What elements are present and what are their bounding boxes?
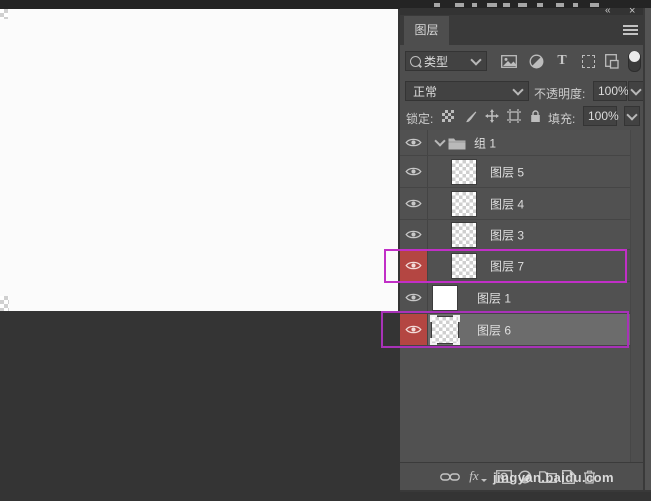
filter-pixel-layers-icon[interactable]	[500, 53, 518, 69]
opacity-label: 不透明度:	[534, 85, 585, 102]
layer-style-fx-icon[interactable]: fx	[468, 468, 488, 484]
folder-icon	[448, 136, 466, 150]
cropped-icon	[455, 3, 464, 7]
layer-thumbnail[interactable]	[451, 191, 477, 217]
visibility-eye-icon-highlighted[interactable]	[400, 314, 428, 345]
opacity-value: 100%	[598, 84, 629, 98]
fill-dropdown-button[interactable]	[624, 106, 640, 126]
filter-kind-dropdown[interactable]: 类型	[405, 51, 487, 71]
panel-right-strip	[645, 8, 651, 492]
layer-name: 图层 6	[477, 321, 511, 338]
visibility-eye-icon-highlighted[interactable]	[400, 250, 428, 281]
canvas-edge-transparency	[0, 9, 8, 19]
fill-label: 填充:	[548, 110, 575, 127]
layer-name: 组 1	[474, 134, 496, 151]
opacity-dropdown-button[interactable]	[628, 81, 644, 101]
lock-pixels-brush-icon[interactable]	[462, 108, 478, 124]
layer-thumbnail[interactable]	[451, 253, 477, 279]
chevron-down-icon	[630, 84, 641, 95]
photoshop-workspace: « × 图层 类型 T	[0, 0, 651, 501]
lock-all-icon[interactable]	[527, 108, 543, 124]
visibility-eye-icon[interactable]	[400, 282, 428, 313]
visibility-eye-icon[interactable]	[400, 188, 428, 219]
blend-mode-value: 正常	[413, 83, 437, 100]
blend-mode-dropdown[interactable]: 正常	[405, 81, 529, 101]
layer-name: 图层 7	[490, 257, 524, 274]
search-icon	[410, 56, 421, 67]
fx-label: fx	[469, 468, 478, 484]
layer-thumbnail[interactable]	[432, 285, 458, 311]
panel-title-strip: « ×	[400, 8, 651, 15]
layer-row-layer-7[interactable]: 图层 7	[400, 250, 630, 282]
filtering-toggle[interactable]	[628, 51, 641, 72]
layer-thumbnail[interactable]	[451, 159, 477, 185]
filter-kind-value: 类型	[424, 53, 448, 70]
layers-list: 组 1 图层 5 图层 4	[400, 130, 630, 462]
cropped-icon	[434, 3, 440, 7]
layer-row-layer-3[interactable]: 图层 3	[400, 220, 630, 250]
layer-thumbnail[interactable]	[451, 222, 477, 248]
cropped-icon	[590, 3, 599, 7]
layer-row-layer-6[interactable]: 图层 6	[400, 314, 630, 346]
visibility-eye-icon[interactable]	[400, 220, 428, 249]
chevron-down-icon	[626, 109, 637, 120]
panel-bottom-edge	[400, 490, 651, 492]
cropped-icon	[487, 3, 497, 7]
fill-value: 100%	[588, 109, 619, 123]
layer-row-layer-4[interactable]: 图层 4	[400, 188, 630, 220]
tab-layers[interactable]: 图层	[404, 16, 449, 45]
panel-menu-icon[interactable]	[623, 25, 638, 37]
chevron-down-icon	[512, 84, 523, 95]
active-layer-thumbnail[interactable]	[431, 316, 459, 344]
cropped-icon	[573, 3, 578, 7]
lock-artboard-icon[interactable]	[506, 108, 522, 124]
layers-bottom-toolbar: fx jingyan.baidu.com	[400, 462, 643, 491]
filter-shape-layers-icon[interactable]	[579, 53, 597, 69]
layer-name: 图层 1	[477, 289, 511, 306]
lock-transparency-icon[interactable]	[440, 108, 456, 124]
visibility-eye-icon[interactable]	[400, 130, 428, 155]
layer-row-layer-1[interactable]: 图层 1	[400, 282, 630, 314]
layers-scroll-gutter[interactable]	[630, 130, 644, 462]
filter-adjustment-layers-icon[interactable]	[527, 53, 545, 69]
fill-value-field[interactable]: 100%	[583, 106, 617, 126]
layer-row-layer-5[interactable]: 图层 5	[400, 156, 630, 188]
cropped-icon	[556, 3, 564, 7]
watermark-text: jingyan.baidu.com	[493, 470, 614, 485]
layer-name: 图层 4	[490, 195, 524, 212]
canvas-edge-transparency	[0, 296, 9, 311]
lock-label: 锁定:	[406, 110, 433, 127]
filter-type-layers-icon[interactable]: T	[553, 53, 571, 69]
cropped-icon	[518, 3, 527, 7]
lock-position-icon[interactable]	[484, 108, 500, 124]
layer-name: 图层 5	[490, 163, 524, 180]
layer-row-group-1[interactable]: 组 1	[400, 130, 630, 156]
toggle-knob	[629, 51, 640, 62]
cropped-icon	[472, 3, 477, 7]
filter-smart-object-icon[interactable]	[603, 53, 621, 69]
chevron-down-icon	[470, 54, 481, 65]
layers-panel: « × 图层 类型 T	[400, 8, 651, 492]
document-canvas[interactable]	[0, 9, 398, 311]
group-expand-chevron-icon[interactable]	[434, 135, 445, 146]
link-layers-icon[interactable]	[440, 470, 460, 484]
panel-tab-bar: 图层	[400, 15, 651, 45]
cropped-icon	[503, 3, 510, 7]
layer-name: 图层 3	[490, 226, 524, 243]
visibility-eye-icon[interactable]	[400, 156, 428, 187]
opacity-value-field[interactable]: 100%	[593, 81, 627, 101]
cropped-icon	[537, 3, 543, 7]
